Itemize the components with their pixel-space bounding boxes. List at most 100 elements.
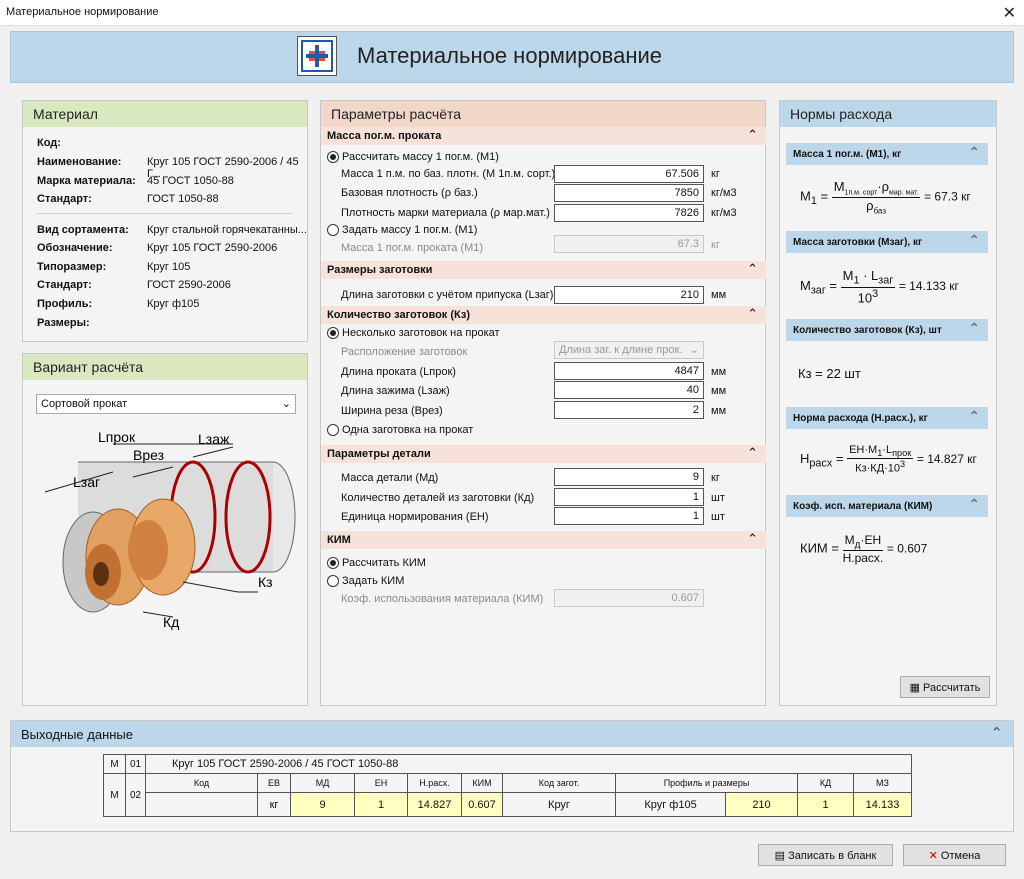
- mass-m1-input[interactable]: 67.3: [554, 235, 704, 253]
- cell-ev: кг: [257, 792, 291, 817]
- material-key: Стандарт:: [37, 193, 92, 205]
- radio-set-kim[interactable]: Задать КИМ: [327, 575, 404, 587]
- output-header[interactable]: Выходные данные ⌃: [11, 721, 1013, 747]
- cell-size: 210: [725, 792, 798, 817]
- norm-nrash-title: Норма расхода (Н.расх.), кг: [793, 413, 928, 424]
- cancel-button[interactable]: ✕ Отмена: [903, 844, 1006, 866]
- material-value: ГОСТ 1050-88: [147, 193, 219, 205]
- lzag-input[interactable]: 210: [554, 286, 704, 304]
- output-title: Выходные данные: [21, 727, 134, 742]
- lzag-unit: мм: [711, 289, 727, 301]
- chevron-down-icon: ⌄: [281, 398, 291, 410]
- norm-nrash-header[interactable]: Норма расхода (Н.расх.), кг ⌃: [786, 407, 988, 429]
- f4-frac: ЕН·М1·Lпрок Кз·КД·103: [847, 444, 914, 475]
- material-value: Круг 105: [147, 261, 191, 273]
- vrez-input[interactable]: 2: [554, 401, 704, 419]
- material-value: Круг стальной горячекатанны...: [147, 224, 307, 236]
- r2-a: М: [103, 773, 126, 817]
- bar-diagram: Lпрок Lзаг Lзаж Bрез Кз Кд: [44, 432, 296, 630]
- norm-m1-header[interactable]: Масса 1 пог.м. (М1), кг ⌃: [786, 143, 988, 165]
- f1-frac: М1п.м. сорт·ρмар. мат. ρбаз: [831, 179, 921, 216]
- section-part[interactable]: Параметры детали ⌃: [321, 445, 766, 463]
- section-mass-title: Масса пог.м. проката: [327, 130, 442, 142]
- f4-lsub: расх: [809, 457, 833, 470]
- kd-label: Кд: [163, 614, 179, 630]
- chevron-up-icon: ⌃: [968, 496, 980, 512]
- en-unit: шт: [711, 511, 725, 523]
- variant-select[interactable]: Сортовой прокат ⌄: [36, 394, 296, 414]
- material-value: Круг 105 ГОСТ 2590-2006: [147, 242, 278, 254]
- cell-kim: 0.607: [461, 792, 503, 817]
- f1-densub: баз: [873, 206, 886, 216]
- head-kod: Код: [145, 773, 258, 793]
- radio-calc-kim[interactable]: Рассчитать КИМ: [327, 557, 426, 569]
- f1-lsub: 1: [810, 195, 817, 208]
- lprok-field-label: Длина проката (Lпрок): [341, 366, 456, 378]
- cancel-label: Отмена: [940, 850, 981, 862]
- lprok-input[interactable]: 4847: [554, 362, 704, 380]
- layout-select[interactable]: Длина заг. к длине прок. ⌄: [554, 341, 704, 359]
- f1-rhosub: мар. мат.: [889, 189, 919, 197]
- md-unit: кг: [711, 472, 720, 484]
- header-banner: Материальное нормирование: [10, 31, 1014, 83]
- kd-field-label: Количество деталей из заготовки (Кд): [341, 492, 535, 504]
- divider: [37, 213, 293, 214]
- norms-panel-title: Нормы расхода: [780, 101, 996, 127]
- close-icon[interactable]: ✕: [1003, 3, 1016, 23]
- radio-calc-mass[interactable]: Рассчитать массу 1 пог.м. (М1): [327, 151, 499, 163]
- lzazh-input[interactable]: 40: [554, 381, 704, 399]
- formula-kz: Кз = 22 шт: [798, 366, 861, 381]
- mark-density-input[interactable]: 7826: [554, 204, 704, 222]
- chevron-up-icon: ⌃: [968, 408, 980, 424]
- radio-set-mass[interactable]: Задать массу 1 пог.м. (М1): [327, 224, 477, 236]
- kz-label: Кз: [258, 574, 273, 590]
- norm-mzag-header[interactable]: Масса заготовки (Мзаг), кг ⌃: [786, 231, 988, 253]
- material-panel: Материал Код: Наименование: Круг 105 ГОСТ …: [22, 100, 308, 342]
- cell-kod: [145, 792, 258, 817]
- lprok-unit: мм: [711, 366, 727, 378]
- md-label: Масса детали (Мд): [341, 472, 439, 484]
- material-key: Код:: [37, 137, 61, 149]
- lprok-label: Lпрок: [98, 432, 136, 445]
- chevron-up-icon: ⌃: [747, 261, 758, 276]
- section-kim[interactable]: КИМ ⌃: [321, 531, 766, 549]
- formula-m1: М1 = М1п.м. сорт·ρмар. мат. ρбаз = 67.3 к…: [800, 179, 971, 216]
- material-key: Профиль:: [37, 298, 93, 310]
- norm-kz-title: Количество заготовок (Кз), шт: [793, 325, 942, 336]
- norm-kim-header[interactable]: Коэф. исп. материала (КИМ) ⌃: [786, 495, 988, 517]
- kim-label: Коэф. использования материала (КИМ): [341, 593, 544, 605]
- formula-mzag: Мзаг = М1 · Lзаг 103 = 14.133 кг: [800, 268, 959, 305]
- md-input[interactable]: 9: [554, 468, 704, 486]
- f1-res: = 67.3 кг: [924, 189, 971, 204]
- chevron-up-icon: ⌃: [747, 531, 758, 546]
- section-count[interactable]: Количество заготовок (Кз) ⌃: [321, 306, 766, 324]
- f1-rho: ρ: [881, 179, 890, 194]
- head-kodzag: Код загот.: [502, 773, 616, 793]
- f2-num: М: [842, 268, 854, 283]
- radio-one[interactable]: Одна заготовка на прокат: [327, 424, 473, 436]
- chevron-up-icon: ⌃: [747, 306, 758, 321]
- form-icon: ▤: [774, 850, 789, 862]
- f5-num: М: [844, 533, 855, 547]
- kd-input[interactable]: 1: [554, 488, 704, 506]
- section-size[interactable]: Размеры заготовки ⌃: [321, 261, 766, 279]
- cell-md: 9: [290, 792, 355, 817]
- material-value: Круг ф105: [147, 298, 200, 310]
- radio-many[interactable]: Несколько заготовок на прокат: [327, 327, 500, 339]
- f4-num2sub: прок: [892, 448, 912, 459]
- write-button[interactable]: ▤ Записать в бланк: [758, 844, 893, 866]
- norm-kz-header[interactable]: Количество заготовок (Кз), шт ⌃: [786, 319, 988, 341]
- f2-densup: 3: [872, 287, 879, 300]
- cancel-icon: ✕: [928, 850, 941, 862]
- base-density-input[interactable]: 7850: [554, 184, 704, 202]
- mass-base-input[interactable]: 67.506: [554, 165, 704, 183]
- calculate-button[interactable]: ▦ Рассчитать: [900, 676, 990, 698]
- en-label: Единица нормирования (ЕН): [341, 511, 489, 523]
- section-mass[interactable]: Масса пог.м. проката ⌃: [321, 127, 766, 145]
- layout-label: Расположение заготовок: [341, 346, 468, 358]
- material-value: ГОСТ 2590-2006: [147, 279, 231, 291]
- f2-lsub: заг: [810, 284, 826, 297]
- kim-input[interactable]: 0.607: [554, 589, 704, 607]
- f1-den: ρ: [866, 197, 874, 213]
- en-input[interactable]: 1: [554, 507, 704, 525]
